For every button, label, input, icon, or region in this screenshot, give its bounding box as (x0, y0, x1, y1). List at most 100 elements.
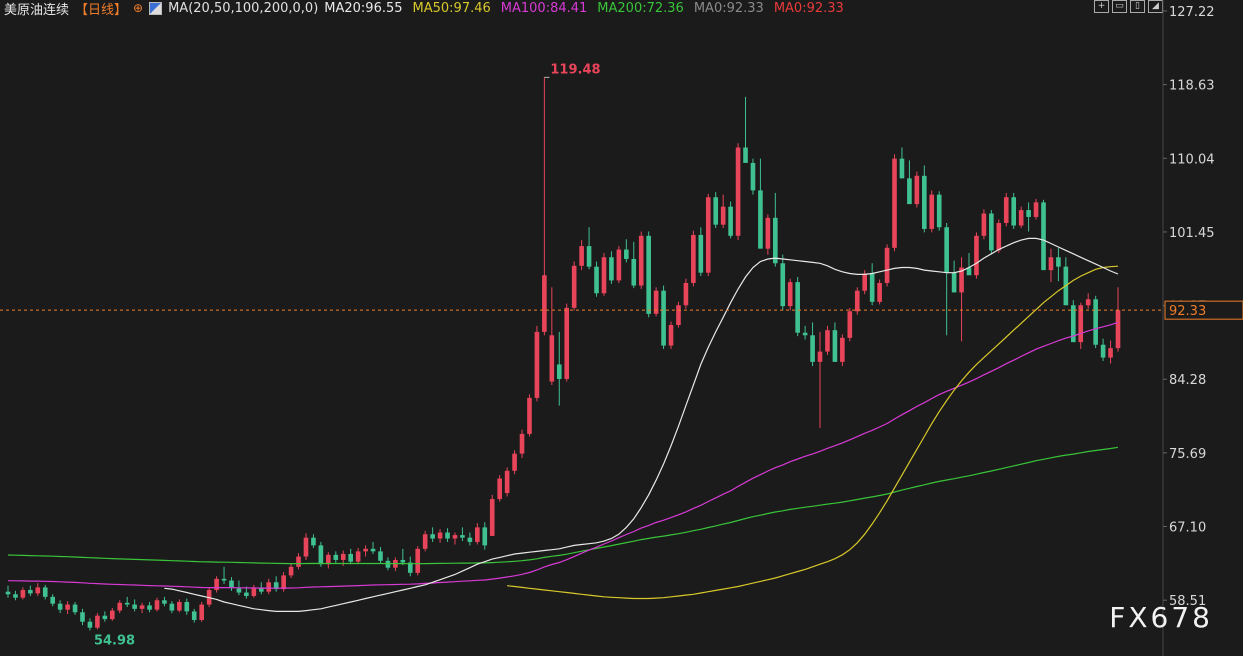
candle-body-46 (348, 553, 353, 562)
candle-body-100 (750, 162, 756, 191)
candle-body-130 (974, 235, 979, 276)
candle-body-97 (728, 206, 733, 236)
candle-body-24 (184, 601, 190, 612)
candle-body-41 (311, 537, 316, 546)
y-tick-label-3: 101.45 (1169, 226, 1215, 241)
candle-body-85 (638, 235, 644, 286)
candle-body-61 (460, 535, 465, 538)
candle-body-116 (869, 273, 875, 302)
candle-body-25 (191, 611, 197, 620)
candle-body-147 (1100, 344, 1106, 358)
candle-body-22 (169, 603, 175, 611)
candle-body-59 (445, 532, 450, 539)
current-price-label: 92.33 (1169, 304, 1206, 319)
candle-body-18 (139, 605, 145, 609)
candle-body-71 (534, 331, 540, 398)
candle-body-1 (13, 594, 18, 598)
candle-body-80 (601, 257, 607, 294)
candle-body-93 (698, 234, 704, 273)
candle-body-7 (57, 603, 63, 610)
candle-body-127 (951, 272, 957, 293)
candle-body-95 (713, 197, 719, 225)
candle-body-65 (489, 499, 495, 536)
candle-body-86 (646, 235, 651, 314)
candle-body-75 (564, 307, 570, 380)
candle-body-110 (825, 330, 830, 352)
candle-body-101 (758, 190, 763, 249)
candle-body-79 (594, 266, 599, 294)
candle-body-43 (326, 554, 331, 565)
candle-body-72 (542, 275, 547, 332)
candle-body-82 (616, 249, 622, 281)
candle-body-98 (735, 147, 741, 236)
candle-body-68 (512, 453, 517, 471)
candle-body-134 (1003, 197, 1009, 223)
candle-body-67 (504, 470, 510, 494)
candle-body-28 (214, 578, 219, 590)
candle-body-115 (862, 273, 868, 291)
candle-body-135 (1011, 197, 1017, 226)
candle-body-94 (705, 197, 711, 273)
candle-body-56 (422, 534, 428, 549)
candle-body-104 (780, 263, 786, 307)
candle-body-119 (892, 158, 897, 248)
candle-body-148 (1108, 348, 1113, 358)
candle-body-137 (1026, 210, 1031, 217)
candle-body-50 (378, 551, 383, 561)
ma50-line (507, 265, 1119, 600)
y-tick-label-0: 127.22 (1169, 5, 1215, 20)
candle-body-121 (907, 178, 912, 205)
candle-body-132 (989, 213, 994, 251)
candle-body-64 (482, 527, 488, 546)
watermark: FX678 (1109, 601, 1213, 634)
candle-body-60 (452, 535, 458, 539)
candle-body-48 (363, 548, 368, 552)
candle-body-133 (996, 222, 1002, 251)
candle-body-31 (236, 588, 242, 593)
candle-body-62 (467, 537, 473, 542)
candle-body-106 (795, 282, 800, 333)
candle-body-89 (668, 324, 674, 346)
candle-body-113 (847, 311, 853, 338)
candle-body-58 (437, 532, 443, 539)
candle-body-37 (281, 575, 286, 590)
candle-body-146 (1093, 299, 1098, 345)
candle-body-81 (609, 257, 614, 281)
candle-body-92 (691, 234, 696, 283)
candle-body-9 (72, 604, 78, 613)
candle-body-139 (1041, 202, 1046, 271)
candle-body-19 (147, 605, 152, 610)
candle-body-126 (944, 227, 949, 273)
candle-body-57 (430, 534, 435, 539)
candle-body-15 (117, 602, 123, 611)
candle-body-111 (832, 330, 838, 362)
candle-body-84 (631, 258, 637, 286)
candle-body-63 (475, 527, 480, 542)
candle-body-74 (556, 364, 562, 380)
candle-body-138 (1033, 202, 1039, 217)
candle-body-124 (929, 194, 935, 229)
candle-body-120 (899, 158, 905, 179)
candle-body-144 (1078, 305, 1084, 343)
y-tick-label-6: 75.69 (1169, 447, 1206, 462)
candle-body-29 (221, 578, 227, 581)
candle-body-78 (586, 246, 592, 267)
candle-body-45 (340, 553, 346, 560)
candle-body-96 (720, 206, 726, 225)
candle-body-14 (109, 610, 115, 620)
ma200-line (7, 446, 1119, 565)
candle-body-66 (497, 478, 502, 500)
candle-body-149 (1115, 310, 1121, 349)
y-tick-label-1: 118.63 (1169, 79, 1215, 94)
candle-body-76 (571, 265, 577, 308)
candle-body-117 (877, 282, 882, 302)
candle-body-73 (549, 335, 555, 382)
candle-body-136 (1018, 210, 1024, 226)
candlestick-chart: 127.22118.63110.04101.4592.8784.2875.696… (0, 0, 1243, 656)
candle-body-131 (981, 213, 987, 236)
candle-body-141 (1056, 257, 1061, 267)
candle-body-32 (244, 592, 249, 596)
candle-body-4 (35, 587, 41, 594)
candle-body-20 (154, 600, 160, 610)
candle-body-33 (251, 587, 257, 596)
